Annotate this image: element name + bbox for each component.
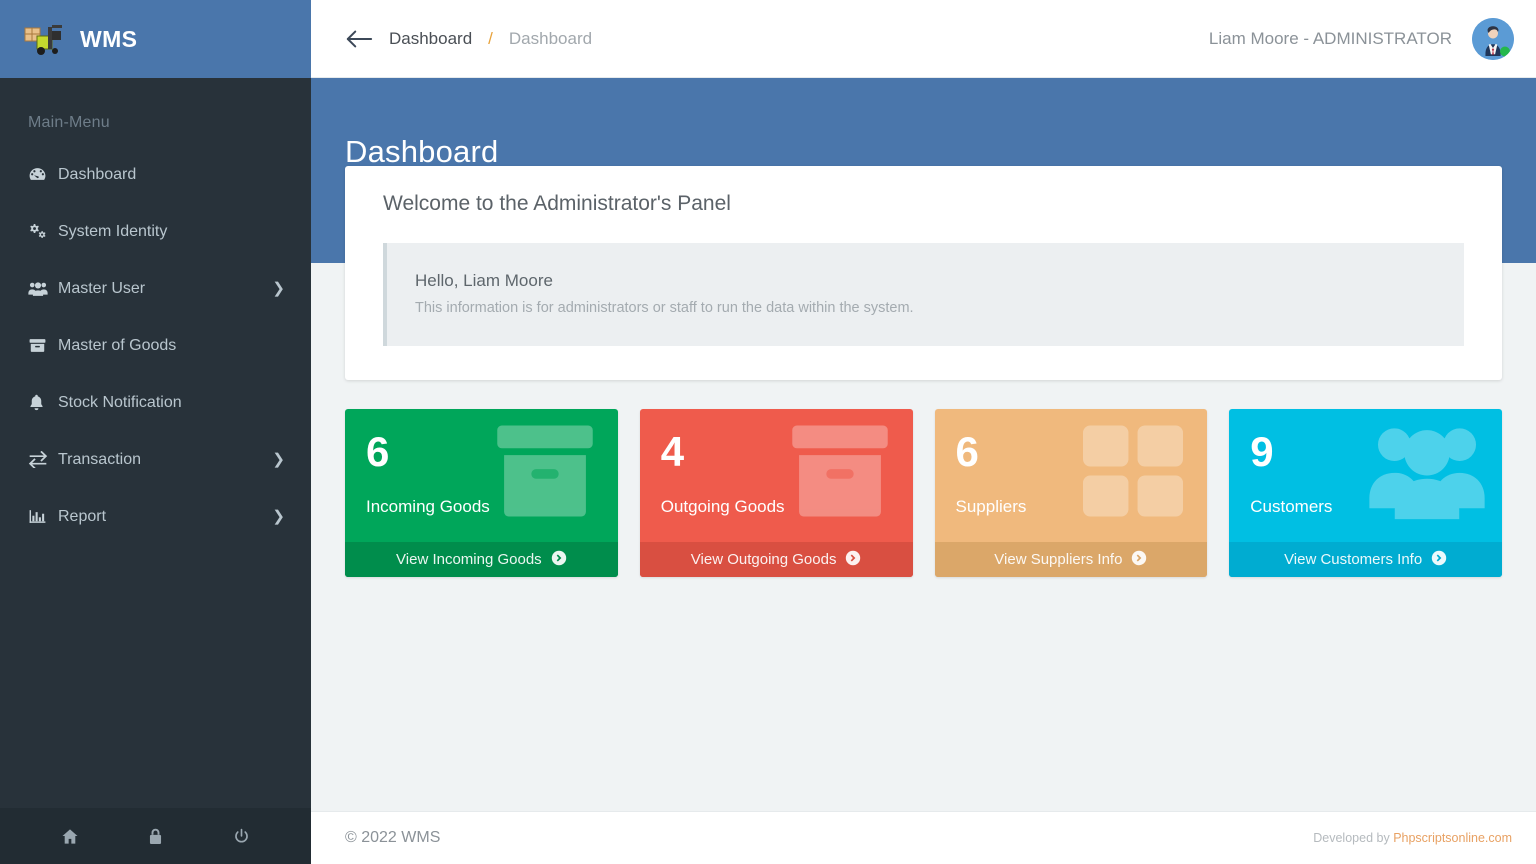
footer-credit-label: Developed by [1313,831,1389,845]
stat-card-link[interactable]: View Outgoing Goods [640,542,913,577]
welcome-panel-title: Welcome to the Administrator's Panel [383,192,1464,216]
stat-card-suppliers[interactable]: 6 Suppliers View Suppliers Inf [935,409,1208,577]
stat-card-label: Customers [1250,497,1502,517]
cogs-icon [28,222,58,241]
sidebar-item-label: Dashboard [58,166,285,184]
sidebar-item-label: Transaction [58,451,272,469]
stat-card-label: Outgoing Goods [661,497,913,517]
sidebar-item-label: Stock Notification [58,394,285,412]
welcome-panel: Welcome to the Administrator's Panel Hel… [345,166,1502,380]
breadcrumb-sub: Dashboard [509,29,592,49]
developer-link[interactable]: Phpscriptsonline.com [1393,831,1512,845]
breadcrumb-separator: / [488,29,493,49]
sidebar-item-master-user[interactable]: Master User ❯ [0,260,311,317]
stat-card-link[interactable]: View Customers Info [1229,542,1502,577]
tachometer-icon [28,165,58,184]
welcome-alert-text: This information is for administrators o… [415,300,1434,316]
stat-card-value: 6 [956,431,1208,473]
stat-card-outgoing-goods[interactable]: 4 Outgoing Goods View Outgoing Goods [640,409,913,577]
sidebar-item-label: Master User [58,280,272,298]
stat-card-link-label: View Incoming Goods [396,551,542,568]
footer-credit: Developed by Phpscriptsonline.com [1313,831,1512,845]
power-icon[interactable] [232,827,251,846]
stat-card-value: 4 [661,431,913,473]
chart-bar-icon [28,507,58,526]
forklift-warehouse-icon [24,22,66,56]
page-footer: © 2022 WMS Developed by Phpscriptsonline… [311,811,1536,864]
user-menu[interactable]: Liam Moore - ADMINISTRATOR [1209,18,1514,60]
stat-card-link[interactable]: View Incoming Goods [345,542,618,577]
chevron-right-icon: ❯ [272,509,285,524]
sidebar-item-stock-notification[interactable]: Stock Notification [0,374,311,431]
main-area: Dashboard / Dashboard Liam Moore - ADMIN… [311,0,1536,864]
sidebar-footer [0,808,311,864]
topbar: Dashboard / Dashboard Liam Moore - ADMIN… [311,0,1536,78]
sidebar-item-report[interactable]: Report ❯ [0,488,311,545]
welcome-alert: Hello, Liam Moore This information is fo… [383,243,1464,346]
welcome-alert-title: Hello, Liam Moore [415,271,1434,291]
sidebar-item-system-identity[interactable]: System Identity [0,203,311,260]
sidebar-item-dashboard[interactable]: Dashboard [0,146,311,203]
sidebar-item-transaction[interactable]: Transaction ❯ [0,431,311,488]
sidebar-item-label: Report [58,508,272,526]
stat-card-body: 9 Customers [1229,409,1502,542]
sidebar-heading: Main-Menu [0,78,311,146]
stat-card-link[interactable]: View Suppliers Info [935,542,1208,577]
users-icon [28,279,58,298]
stat-card-label: Incoming Goods [366,497,618,517]
breadcrumb: Dashboard / Dashboard [345,28,592,50]
avatar[interactable] [1472,18,1514,60]
stat-card-link-label: View Customers Info [1284,551,1422,568]
brand-header[interactable]: WMS [0,0,311,78]
arrow-circle-right-icon [551,550,567,570]
bell-icon [28,393,58,412]
sidebar-item-master-of-goods[interactable]: Master of Goods [0,317,311,374]
archive-icon [28,336,58,355]
chevron-right-icon: ❯ [272,452,285,467]
stat-card-customers[interactable]: 9 Customers [1229,409,1502,577]
page-title: Dashboard [345,134,1536,170]
sidebar-item-label: Master of Goods [58,337,285,355]
content-area: Welcome to the Administrator's Panel Hel… [311,166,1536,577]
arrow-circle-right-icon [1131,550,1147,570]
stat-card-value: 6 [366,431,618,473]
lock-icon[interactable] [147,827,164,846]
stat-cards: 6 Incoming Goods View Incoming Goods [345,409,1502,577]
stat-card-link-label: View Outgoing Goods [691,551,837,568]
chevron-right-icon: ❯ [272,281,285,296]
stat-card-label: Suppliers [956,497,1208,517]
stat-card-link-label: View Suppliers Info [994,551,1122,568]
stat-card-body: 6 Suppliers [935,409,1208,542]
home-icon[interactable] [60,827,80,846]
arrow-circle-right-icon [845,550,861,570]
breadcrumb-current[interactable]: Dashboard [389,29,472,49]
app-root: WMS Main-Menu Dashboard System Identity [0,0,1536,864]
stat-card-body: 6 Incoming Goods [345,409,618,542]
arrow-circle-right-icon [1431,550,1447,570]
footer-copyright: © 2022 WMS [345,829,440,847]
stat-card-incoming-goods[interactable]: 6 Incoming Goods View Incoming Goods [345,409,618,577]
sidebar: WMS Main-Menu Dashboard System Identity [0,0,311,864]
sidebar-item-label: System Identity [58,223,285,241]
stat-card-value: 9 [1250,431,1502,473]
brand-title: WMS [80,26,137,53]
exchange-icon [28,451,58,468]
user-label: Liam Moore - ADMINISTRATOR [1209,29,1452,49]
arrow-left-icon[interactable] [345,28,373,50]
stat-card-body: 4 Outgoing Goods [640,409,913,542]
